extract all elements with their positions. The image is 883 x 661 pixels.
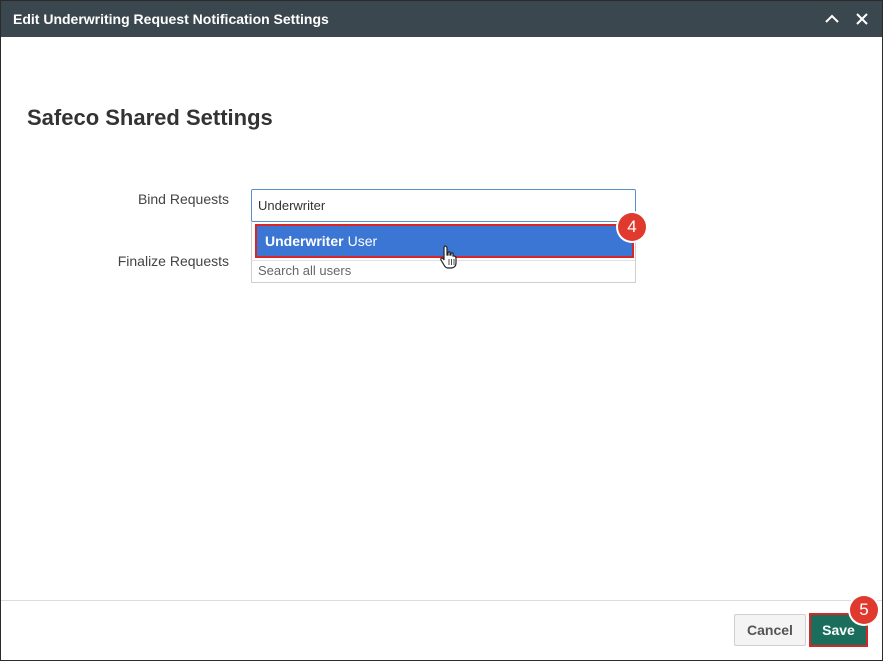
dialog: Edit Underwriting Request Notification S…	[0, 0, 883, 661]
close-icon[interactable]	[854, 11, 870, 27]
option-match-text: Underwriter	[265, 233, 344, 249]
bind-requests-label: Bind Requests	[137, 191, 229, 207]
footer-divider	[1, 600, 882, 601]
cancel-button[interactable]: Cancel	[734, 614, 806, 646]
chevron-up-icon[interactable]	[824, 11, 840, 27]
hand-cursor-icon	[439, 245, 457, 274]
section-heading: Safeco Shared Settings	[27, 105, 273, 130]
dialog-titlebar: Edit Underwriting Request Notification S…	[1, 1, 882, 37]
option-rest-text: User	[347, 233, 378, 249]
dialog-title: Edit Underwriting Request Notification S…	[13, 11, 329, 27]
step-5-badge: 5	[850, 596, 878, 624]
finalize-requests-label: Finalize Requests	[117, 253, 229, 269]
window-controls	[824, 11, 870, 27]
step-4-badge: 4	[618, 213, 646, 241]
bind-requests-input[interactable]	[251, 189, 636, 222]
